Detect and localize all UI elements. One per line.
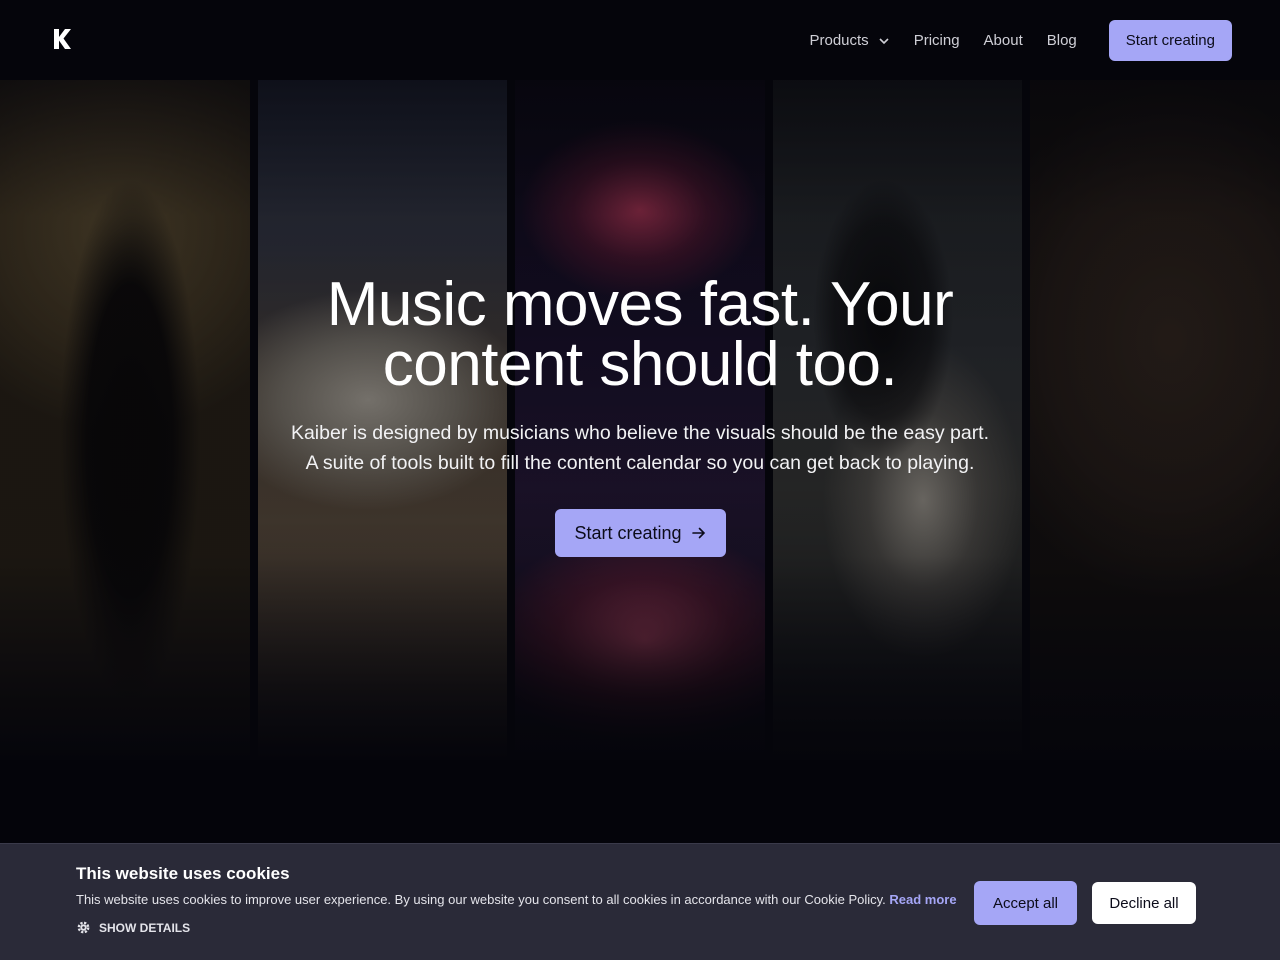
nav-pricing[interactable]: Pricing <box>914 32 960 49</box>
cookie-text: This website uses cookies to improve use… <box>76 892 957 907</box>
nav-start-creating-button[interactable]: Start creating <box>1108 20 1232 61</box>
hero-cta-label: Start creating <box>574 522 682 543</box>
hero-headline-line2: content should too. <box>382 330 898 399</box>
cookie-text-body: This website uses cookies to improve use… <box>76 892 886 907</box>
cookie-banner: This website uses cookies This website u… <box>0 843 1280 960</box>
nav-blog[interactable]: Blog <box>1047 32 1077 49</box>
hero-subtitle-line1: Kaiber is designed by musicians who beli… <box>290 422 990 444</box>
nav-blog-label: Blog <box>1046 32 1077 49</box>
nav-products-label: Products <box>809 32 869 49</box>
arrow-right-icon <box>691 527 705 539</box>
nav-about[interactable]: About <box>984 32 1023 49</box>
top-nav: Products Pricing About Blog Start creati… <box>0 0 1280 80</box>
hero-subtitle: Kaiber is designed by musicians who beli… <box>190 418 1090 478</box>
gear-icon <box>77 921 90 934</box>
nav-pricing-label: Pricing <box>913 32 960 49</box>
kaiber-logo-icon[interactable] <box>52 28 72 50</box>
hero-headline: Music moves fast. Your content should to… <box>240 274 1040 396</box>
nav-about-label: About <box>983 32 1023 49</box>
hero-subtitle-line2: A suite of tools built to fill the conte… <box>305 452 975 474</box>
cookie-show-details-label: SHOW DETAILS <box>99 920 191 935</box>
nav-products[interactable]: Products <box>809 32 889 49</box>
chevron-down-icon <box>879 37 889 44</box>
cookie-read-more-link[interactable]: Read more <box>889 892 956 907</box>
nav-links: Products Pricing About Blog Start creati… <box>809 20 1232 61</box>
cookie-decline-all-button[interactable]: Decline all <box>1092 882 1196 924</box>
cookie-show-details[interactable]: SHOW DETAILS <box>76 920 190 935</box>
cookie-title: This website uses cookies <box>76 864 290 883</box>
hero-start-creating-button[interactable]: Start creating <box>555 509 726 557</box>
hero-headline-line1: Music moves fast. Your <box>326 270 954 339</box>
cookie-accept-all-button[interactable]: Accept all <box>974 881 1077 925</box>
